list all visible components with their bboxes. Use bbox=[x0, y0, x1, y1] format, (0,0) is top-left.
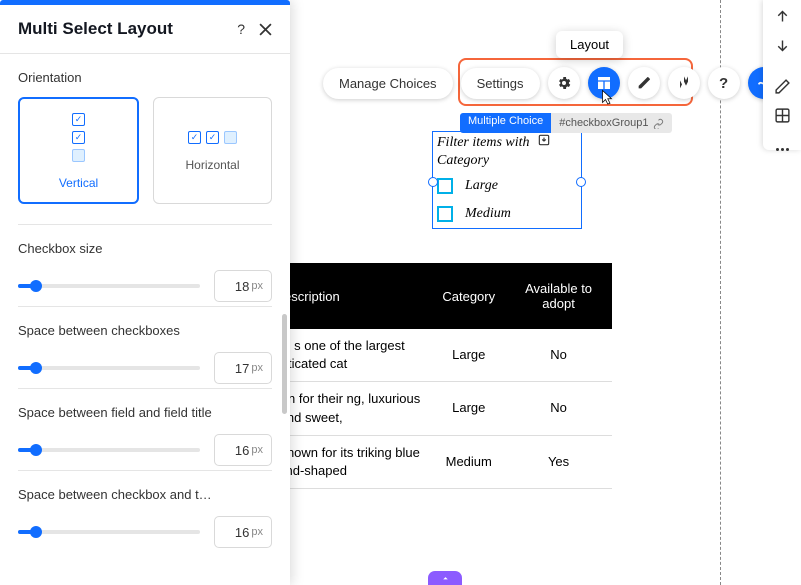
gear-icon[interactable] bbox=[548, 67, 580, 99]
layout-panel: Multi Select Layout ? Orientation ✓ ✓ ✓ … bbox=[0, 0, 290, 585]
cursor-icon bbox=[598, 89, 616, 112]
panel-body: Orientation ✓ ✓ ✓ Vertical ✓ ✓ ✓ Horizon… bbox=[0, 54, 290, 585]
more-icon[interactable] bbox=[771, 148, 793, 151]
space-checkbox-text-block: Space between checkbox and t… 16px bbox=[18, 470, 272, 552]
widget-option-medium[interactable]: Medium bbox=[433, 200, 581, 228]
pencil-icon[interactable] bbox=[771, 78, 793, 95]
checkbox-size-block: Checkbox size 18px bbox=[18, 224, 272, 306]
checkbox-size-slider[interactable] bbox=[18, 284, 200, 288]
cell-adopt: No bbox=[505, 329, 612, 382]
cell-category: Large bbox=[432, 382, 505, 435]
space-checkbox-text-slider[interactable] bbox=[18, 530, 200, 534]
element-label: Multiple Choice #checkboxGroup1 bbox=[460, 113, 672, 133]
orientation-options: ✓ ✓ ✓ Vertical ✓ ✓ ✓ Horizontal bbox=[18, 97, 272, 204]
horizontal-icon: ✓ ✓ ✓ bbox=[188, 131, 237, 144]
element-toolbar: Manage Choices Settings ? bbox=[323, 67, 780, 99]
vertical-label: Vertical bbox=[59, 176, 98, 190]
settings-button[interactable]: Settings bbox=[461, 68, 540, 99]
cell-adopt: Yes bbox=[505, 435, 612, 488]
checkbox-box[interactable] bbox=[437, 178, 453, 194]
checkbox-size-label: Checkbox size bbox=[18, 241, 272, 256]
option-label: Large bbox=[465, 178, 498, 194]
manage-choices-button[interactable]: Manage Choices bbox=[323, 68, 453, 99]
animation-icon[interactable] bbox=[668, 67, 700, 99]
grid-icon[interactable] bbox=[771, 107, 793, 124]
widget-option-large[interactable]: Large bbox=[433, 172, 581, 200]
help-circle-icon[interactable]: ? bbox=[708, 67, 740, 99]
panel-scrollbar[interactable] bbox=[282, 314, 287, 414]
space-field-title-label: Space between field and field title bbox=[18, 405, 272, 420]
arrow-down-icon[interactable] bbox=[771, 37, 793, 54]
cell-adopt: No bbox=[505, 382, 612, 435]
col-category: Category bbox=[432, 263, 505, 329]
vertical-icon: ✓ ✓ ✓ bbox=[72, 113, 85, 162]
close-icon[interactable] bbox=[259, 23, 272, 36]
panel-title: Multi Select Layout bbox=[18, 19, 173, 39]
orientation-horizontal[interactable]: ✓ ✓ ✓ Horizontal bbox=[153, 97, 272, 204]
space-checkboxes-slider[interactable] bbox=[18, 366, 200, 370]
widget-title: Filter items with Category bbox=[433, 132, 581, 172]
import-icon[interactable] bbox=[537, 133, 551, 152]
cell-category: Medium bbox=[432, 435, 505, 488]
horizontal-label: Horizontal bbox=[185, 158, 239, 172]
space-field-title-input[interactable]: 16px bbox=[214, 434, 272, 466]
help-icon[interactable]: ? bbox=[237, 21, 245, 37]
layout-tooltip: Layout bbox=[556, 31, 623, 58]
right-toolbar bbox=[763, 0, 801, 150]
orientation-label: Orientation bbox=[18, 70, 272, 85]
space-checkboxes-block: Space between checkboxes 17px bbox=[18, 306, 272, 388]
col-available: Available to adopt bbox=[505, 263, 612, 329]
element-type-badge: Multiple Choice bbox=[460, 113, 551, 133]
checkbox-size-input[interactable]: 18px bbox=[214, 270, 272, 302]
checkbox-widget[interactable]: Filter items with Category Large Medium bbox=[432, 131, 582, 229]
expand-bottom-icon[interactable] bbox=[428, 571, 462, 585]
arrow-up-icon[interactable] bbox=[771, 8, 793, 25]
space-checkbox-text-input[interactable]: 16px bbox=[214, 516, 272, 548]
space-checkboxes-input[interactable]: 17px bbox=[214, 352, 272, 384]
space-field-title-block: Space between field and field title 16px bbox=[18, 388, 272, 470]
orientation-vertical[interactable]: ✓ ✓ ✓ Vertical bbox=[18, 97, 139, 204]
space-checkbox-text-label: Space between checkbox and t… bbox=[18, 487, 272, 502]
element-id-label: #checkboxGroup1 bbox=[551, 113, 672, 133]
design-icon[interactable] bbox=[628, 67, 660, 99]
option-label: Medium bbox=[465, 206, 511, 222]
space-checkboxes-label: Space between checkboxes bbox=[18, 323, 272, 338]
cell-category: Large bbox=[432, 329, 505, 382]
checkbox-box[interactable] bbox=[437, 206, 453, 222]
space-field-title-slider[interactable] bbox=[18, 448, 200, 452]
panel-header: Multi Select Layout ? bbox=[0, 5, 290, 54]
link-icon bbox=[653, 118, 664, 129]
